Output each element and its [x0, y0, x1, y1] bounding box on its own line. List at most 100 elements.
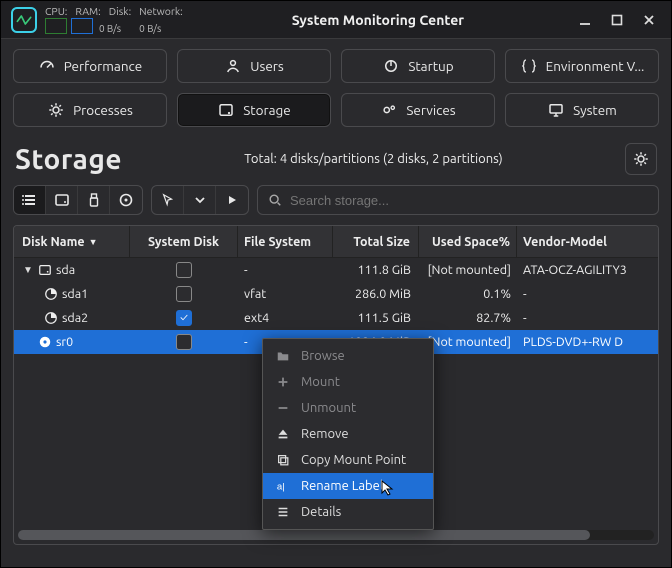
folder-icon [275, 349, 291, 363]
table-row[interactable]: sda1vfat286.0 MiB0.1%- [14, 282, 658, 306]
eject-icon [275, 427, 291, 441]
col-vendor-model[interactable]: Vendor-Model [517, 226, 658, 257]
part-icon [44, 311, 58, 325]
close-button[interactable] [637, 8, 661, 32]
tab-processes[interactable]: Processes [13, 93, 167, 127]
window-title: System Monitoring Center [191, 12, 565, 28]
details-icon [275, 505, 291, 519]
cell-total-size: 286.0 MiB [333, 287, 419, 301]
cell-used-space: [Not mounted] [419, 263, 517, 277]
filter-usb-button[interactable] [78, 186, 110, 214]
expander-icon[interactable]: ▼ [22, 264, 34, 276]
minimize-button[interactable] [573, 8, 597, 32]
drive-icon [38, 263, 52, 277]
monitor-icon [547, 101, 565, 119]
system-disk-checkbox[interactable] [176, 286, 192, 302]
disk-rate: 0 B/s [99, 23, 121, 34]
minus-icon [275, 401, 291, 415]
system-info-bar: CPU: RAM: Disk: Network: 0 B/s 0 B/s [45, 5, 183, 34]
cell-system-disk [130, 334, 238, 350]
page-subtitle: Total: 4 disks/partitions (2 disks, 2 pa… [132, 152, 615, 166]
cell-used-space: 0.1% [419, 287, 517, 301]
pointer-icon [161, 193, 175, 207]
system-disk-checkbox[interactable]: ✓ [176, 310, 192, 326]
main-tabs: Performance Users Startup Environment V.… [1, 39, 671, 137]
col-used-space[interactable]: Used Space% [419, 226, 517, 257]
tab-startup[interactable]: Startup [341, 49, 495, 83]
search-input[interactable] [290, 193, 648, 208]
col-total-size[interactable]: Total Size [333, 226, 419, 257]
disc-icon [118, 192, 134, 208]
cell-system-disk [130, 286, 238, 302]
menu-item-remove[interactable]: Remove [263, 421, 433, 447]
disk-name-text: sda [56, 263, 75, 277]
usb-icon [86, 192, 102, 208]
tab-users[interactable]: Users [177, 49, 331, 83]
tab-label: Services [406, 102, 455, 118]
storage-toolbar [1, 185, 671, 225]
scrollbar-thumb[interactable] [18, 530, 590, 540]
menu-item-copy-mount-point[interactable]: Copy Mount Point [263, 447, 433, 473]
titlebar: CPU: RAM: Disk: Network: 0 B/s 0 B/s Sys… [1, 1, 671, 39]
col-system-disk[interactable]: System Disk [130, 226, 238, 257]
cell-total-size: 111.5 GiB [333, 311, 419, 325]
system-disk-checkbox[interactable] [176, 334, 192, 350]
menu-item-unmount: Unmount [263, 395, 433, 421]
menu-item-details[interactable]: Details [263, 499, 433, 525]
filter-drive-button[interactable] [46, 186, 78, 214]
app-icon [11, 7, 37, 33]
tab-label: Environment V... [546, 58, 645, 74]
cpu-graph [45, 18, 67, 34]
tab-label: Users [250, 58, 284, 74]
tab-label: Storage [243, 102, 291, 118]
disc-icon [38, 335, 52, 349]
play-icon [226, 194, 238, 206]
settings-button[interactable] [625, 143, 657, 175]
context-menu: BrowseMountUnmountRemoveCopy Mount Point… [262, 338, 434, 530]
tab-environment[interactable]: Environment V... [505, 49, 659, 83]
select-mode-button[interactable] [152, 186, 184, 214]
plus-icon [275, 375, 291, 389]
rename-icon: a| [275, 479, 291, 493]
cell-vendor-model: - [517, 287, 658, 301]
gauge-icon [38, 57, 56, 75]
cell-file-system: - [238, 263, 333, 277]
tab-services[interactable]: Services [341, 93, 495, 127]
cell-file-system: vfat [238, 287, 333, 301]
menu-item-label: Remove [301, 427, 349, 441]
menu-item-label: Rename Label [301, 479, 383, 493]
tab-label: Performance [64, 58, 143, 74]
system-disk-checkbox[interactable] [176, 262, 192, 278]
drive-icon [54, 192, 70, 208]
table-row[interactable]: sda2✓ext4111.5 GiB82.7%- [14, 306, 658, 330]
search-box[interactable] [257, 185, 659, 215]
tab-label: System [573, 102, 617, 118]
col-file-system[interactable]: File System [238, 226, 333, 257]
ram-label: RAM: [75, 5, 100, 17]
table-row[interactable]: ▼sda-111.8 GiB[Not mounted]ATA-OCZ-AGILI… [14, 258, 658, 282]
search-icon [268, 193, 282, 207]
table-header: Disk Name▼ System Disk File System Total… [14, 226, 658, 258]
menu-item-label: Copy Mount Point [301, 453, 406, 467]
cell-used-space: 82.7% [419, 311, 517, 325]
tab-system[interactable]: System [505, 93, 659, 127]
action-button[interactable] [216, 186, 248, 214]
copy-icon [275, 453, 291, 467]
menu-item-label: Details [301, 505, 341, 519]
tab-label: Startup [408, 58, 453, 74]
cell-disk-name: sr0 [14, 335, 130, 349]
menu-item-rename-label[interactable]: a| Rename Label [263, 473, 433, 499]
tab-storage[interactable]: Storage [177, 93, 331, 127]
disk-label: Disk: [109, 5, 131, 17]
net-label: Network: [139, 5, 183, 17]
cell-disk-name: ▼ sda [14, 263, 130, 277]
horizontal-scrollbar[interactable] [18, 530, 654, 540]
cell-file-system: ext4 [238, 311, 333, 325]
col-disk-name[interactable]: Disk Name▼ [14, 226, 130, 257]
maximize-button[interactable] [605, 8, 629, 32]
cell-vendor-model: - [517, 311, 658, 325]
dropdown-button[interactable] [184, 186, 216, 214]
filter-optical-button[interactable] [110, 186, 142, 214]
view-list-button[interactable] [14, 186, 46, 214]
tab-performance[interactable]: Performance [13, 49, 167, 83]
